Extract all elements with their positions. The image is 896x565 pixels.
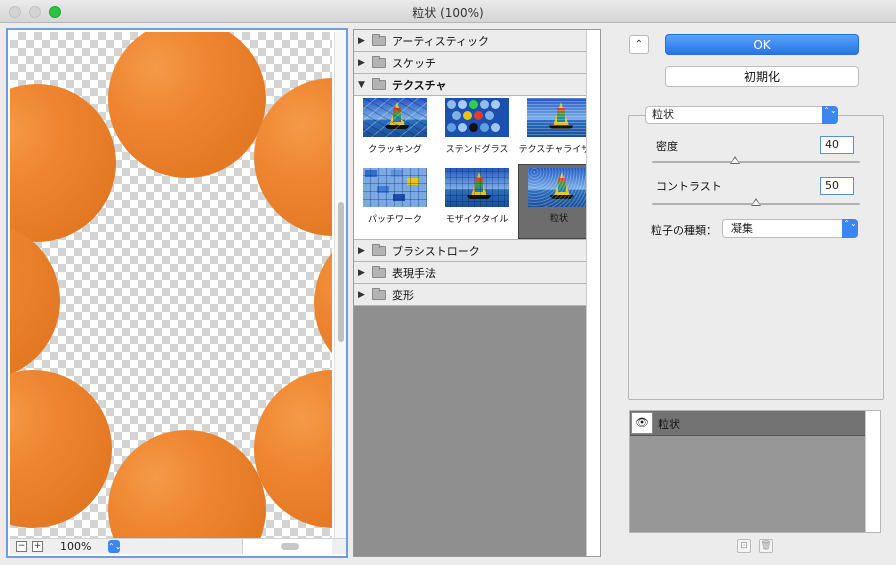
- folder-open-icon: [372, 77, 386, 90]
- collapse-gallery-button[interactable]: ⌃: [629, 35, 649, 54]
- category-brush-strokes[interactable]: ▶ ブラシストローク: [354, 240, 600, 262]
- texturizer-preview: [527, 98, 591, 137]
- zoom-dropdown-arrow-icon[interactable]: ⌃⌄: [108, 540, 121, 553]
- category-label: 表現手法: [392, 266, 436, 280]
- filter-settings-panel: [628, 115, 884, 400]
- category-sketch[interactable]: ▶ スケッチ: [354, 52, 600, 74]
- grain-type-value: 凝集: [731, 222, 753, 235]
- density-slider-knob[interactable]: [730, 156, 741, 164]
- disclosure-triangle-icon[interactable]: ▶: [358, 36, 372, 46]
- effect-layers-panel: 👁 粒状: [629, 410, 881, 533]
- preview-canvas[interactable]: [10, 32, 332, 540]
- grain-preview: [528, 168, 592, 207]
- craquelure-preview: [363, 98, 427, 137]
- disclosure-triangle-icon[interactable]: ▶: [358, 268, 372, 278]
- orange-circle: [10, 84, 116, 242]
- select-arrows-icon: ⌃⌄: [842, 219, 858, 238]
- filter-thumb-craquelure[interactable]: クラッキング: [354, 96, 436, 166]
- select-arrows-icon: ⌃⌄: [822, 106, 838, 124]
- folder-icon: [372, 265, 386, 278]
- preview-zoom-bar: − + 100% ⌃⌄: [10, 538, 346, 554]
- category-distort[interactable]: ▶ 変形: [354, 284, 600, 306]
- texture-filter-grid: クラッキング ステンドグラス テクスチャライザー パッチワーク モザイクタイル …: [354, 96, 600, 240]
- new-effect-layer-icon[interactable]: ⊡: [737, 539, 751, 553]
- grain-type-select[interactable]: 凝集 ⌃⌄: [722, 219, 858, 238]
- category-artistic[interactable]: ▶ アーティスティック: [354, 30, 600, 52]
- orange-circle: [10, 222, 60, 380]
- filter-gallery: ▶ アーティスティック ▶ スケッチ ▼ テクスチャ クラッキング ステンドグラ…: [353, 29, 601, 557]
- orange-circle: [108, 430, 266, 540]
- filter-select[interactable]: 粒状 ⌃⌄: [645, 106, 838, 124]
- horizontal-scroll-thumb[interactable]: [281, 543, 299, 550]
- ok-button[interactable]: OK: [665, 34, 859, 55]
- orange-circle: [10, 370, 112, 528]
- density-slider-track[interactable]: [652, 161, 860, 163]
- category-label: ブラシストローク: [392, 244, 480, 258]
- filter-thumb-mosaic-tiles[interactable]: モザイクタイル: [436, 166, 518, 236]
- zoom-out-button[interactable]: −: [16, 541, 27, 552]
- disclosure-triangle-icon[interactable]: ▶: [358, 290, 372, 300]
- window-title: 粒状 (100%): [412, 6, 484, 20]
- filter-label: モザイクタイル: [445, 215, 509, 225]
- contrast-slider-knob[interactable]: [751, 198, 761, 206]
- effect-layer-name: 粒状: [658, 418, 680, 431]
- folder-icon: [372, 287, 386, 300]
- stained-glass-preview: [445, 98, 509, 137]
- category-label: 変形: [392, 288, 414, 302]
- disclosure-triangle-icon[interactable]: ▶: [358, 58, 372, 68]
- patchwork-preview: [363, 168, 427, 207]
- disclosure-triangle-icon[interactable]: ▶: [358, 246, 372, 256]
- contrast-label: コントラスト: [656, 180, 722, 193]
- folder-icon: [372, 33, 386, 46]
- folder-icon: [372, 55, 386, 68]
- layers-scrollbar[interactable]: [865, 411, 880, 532]
- filter-label: ステンドグラス: [445, 145, 509, 155]
- filter-label: パッチワーク: [367, 215, 422, 225]
- vertical-scroll-thumb[interactable]: [338, 202, 344, 342]
- eye-icon[interactable]: 👁: [631, 412, 653, 434]
- density-label: 密度: [656, 140, 678, 153]
- defaults-button[interactable]: 初期化: [665, 66, 859, 87]
- mosaic-tiles-preview: [445, 168, 509, 207]
- orange-circle: [108, 32, 266, 178]
- gallery-scrollbar[interactable]: [586, 30, 600, 556]
- density-input[interactable]: 40: [820, 136, 854, 154]
- category-stylize[interactable]: ▶ 表現手法: [354, 262, 600, 284]
- category-label: アーティスティック: [392, 34, 490, 48]
- preview-panel[interactable]: − + 100% ⌃⌄: [6, 28, 348, 558]
- preview-horizontal-scrollbar[interactable]: [242, 539, 332, 554]
- category-label: スケッチ: [392, 56, 436, 70]
- preview-vertical-scrollbar[interactable]: [334, 32, 346, 540]
- orange-circle: [314, 224, 332, 382]
- title-bar: 粒状 (100%): [0, 0, 896, 23]
- disclosure-triangle-expanded-icon[interactable]: ▼: [358, 80, 372, 90]
- zoom-level-field[interactable]: 100%: [50, 540, 110, 553]
- trash-icon[interactable]: 🗑: [759, 539, 773, 553]
- zoom-in-button[interactable]: +: [32, 541, 43, 552]
- category-texture[interactable]: ▼ テクスチャ: [354, 74, 600, 96]
- contrast-input[interactable]: 50: [820, 177, 854, 195]
- grain-type-label: 粒子の種類：: [651, 224, 717, 237]
- filter-thumb-patchwork[interactable]: パッチワーク: [354, 166, 436, 236]
- category-label: テクスチャ: [392, 78, 447, 92]
- filter-thumb-stained-glass[interactable]: ステンドグラス: [436, 96, 518, 166]
- filter-select-value: 粒状: [652, 108, 674, 121]
- effect-layer-row[interactable]: 👁 粒状: [630, 411, 866, 436]
- folder-icon: [372, 243, 386, 256]
- filter-label: クラッキング: [368, 145, 422, 155]
